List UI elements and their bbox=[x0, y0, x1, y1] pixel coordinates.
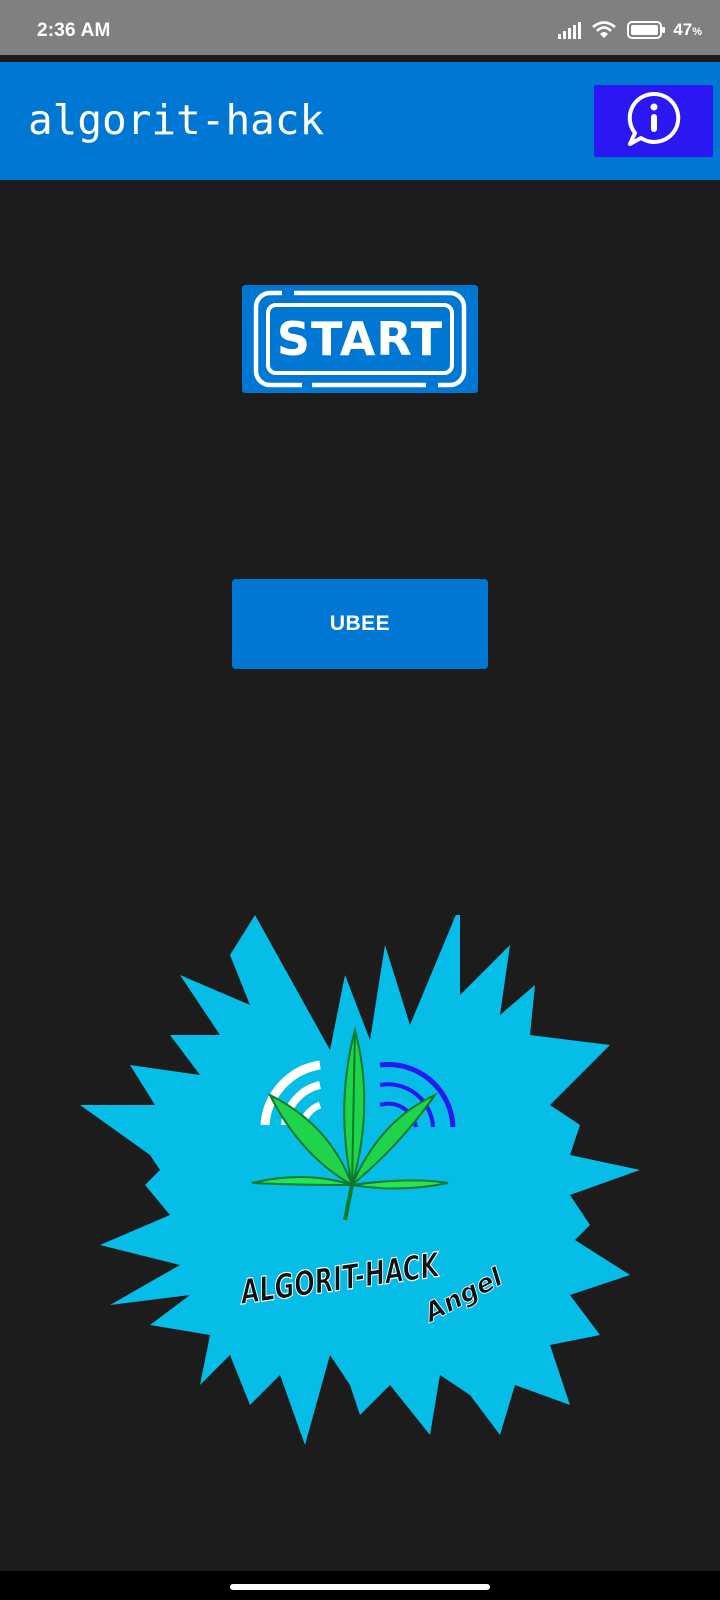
status-icons: 47% bbox=[557, 18, 702, 42]
battery-percent: 47% bbox=[673, 20, 702, 39]
home-indicator[interactable] bbox=[230, 1584, 490, 1590]
wifi-icon bbox=[591, 20, 617, 40]
battery-icon bbox=[627, 20, 667, 40]
start-label: START bbox=[276, 312, 444, 366]
signal-icon bbox=[557, 20, 583, 40]
burst-shape bbox=[80, 905, 640, 1445]
app-title: algorit-hack bbox=[28, 96, 325, 144]
info-button[interactable] bbox=[594, 85, 713, 157]
ubee-button[interactable]: UBEE bbox=[232, 579, 488, 669]
start-button[interactable]: START bbox=[242, 285, 478, 393]
status-bar: 2:36 AM 47% bbox=[0, 0, 720, 55]
status-time: 2:36 AM bbox=[37, 20, 111, 41]
status-gap bbox=[0, 55, 720, 62]
algorit-hack-logo: ALGORIT-HACK Angel bbox=[80, 905, 660, 1465]
info-chat-icon bbox=[623, 88, 685, 155]
